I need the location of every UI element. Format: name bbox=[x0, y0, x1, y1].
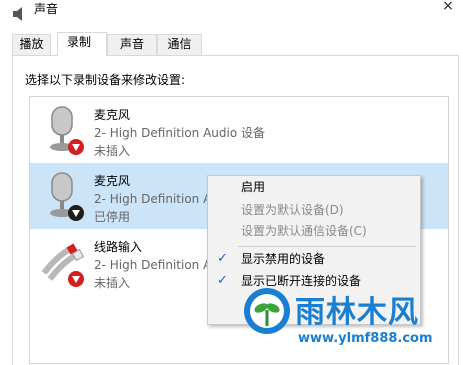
device-name: 麦克风 bbox=[94, 108, 131, 122]
speaker-icon bbox=[13, 7, 22, 21]
tab-communications[interactable]: 通信 bbox=[157, 34, 202, 55]
tab-playback[interactable]: 播放 bbox=[12, 34, 51, 55]
check-icon: ✓ bbox=[217, 251, 228, 266]
menu-item-show-disabled-devices[interactable]: ✓ 显示禁用的设备 bbox=[208, 248, 420, 270]
device-status: 已停用 bbox=[94, 210, 131, 224]
instruction-text: 选择以下录制设备来修改设置: bbox=[25, 73, 186, 87]
menu-item-label: 设置为默认设备(D) bbox=[241, 203, 344, 217]
microphone-icon bbox=[50, 106, 84, 155]
device-status: 未插入 bbox=[94, 144, 131, 158]
tab-sounds[interactable]: 声音 bbox=[107, 34, 157, 55]
window-title: 声音 bbox=[34, 2, 59, 16]
title-bar: 声音 × bbox=[0, 0, 463, 30]
menu-item-label: 启用 bbox=[241, 180, 266, 194]
device-description: 2- High Definition Audio 设备 bbox=[94, 126, 266, 140]
microphone-icon bbox=[50, 172, 84, 221]
menu-item-set-default-device[interactable]: 设置为默认设备(D) bbox=[208, 199, 420, 221]
menu-item-label: 设置为默认通信设备(C) bbox=[241, 224, 367, 238]
watermark-title: 雨林木风 bbox=[295, 295, 419, 330]
tab-recording[interactable]: 录制 bbox=[57, 32, 107, 56]
ylmf-logo-icon bbox=[244, 288, 290, 334]
menu-item-enable[interactable]: 启用 bbox=[208, 176, 420, 198]
menu-item-set-default-communication-device[interactable]: 设置为默认通信设备(C) bbox=[208, 220, 420, 242]
close-button[interactable]: × bbox=[433, 0, 463, 14]
device-name: 麦克风 bbox=[94, 174, 131, 188]
watermark: 雨林木风 www.ylmf888.com bbox=[242, 286, 454, 352]
menu-item-label: 显示禁用的设备 bbox=[241, 252, 326, 266]
device-status: 未插入 bbox=[94, 276, 131, 290]
device-name: 线路输入 bbox=[94, 240, 143, 254]
menu-separator bbox=[238, 246, 416, 247]
list-item-microphone-1[interactable]: 麦克风 2- High Definition Audio 设备 未插入 bbox=[30, 97, 448, 163]
watermark-url: www.ylmf888.com bbox=[298, 331, 433, 346]
line-in-icon bbox=[41, 243, 85, 287]
check-icon: ✓ bbox=[217, 273, 228, 288]
